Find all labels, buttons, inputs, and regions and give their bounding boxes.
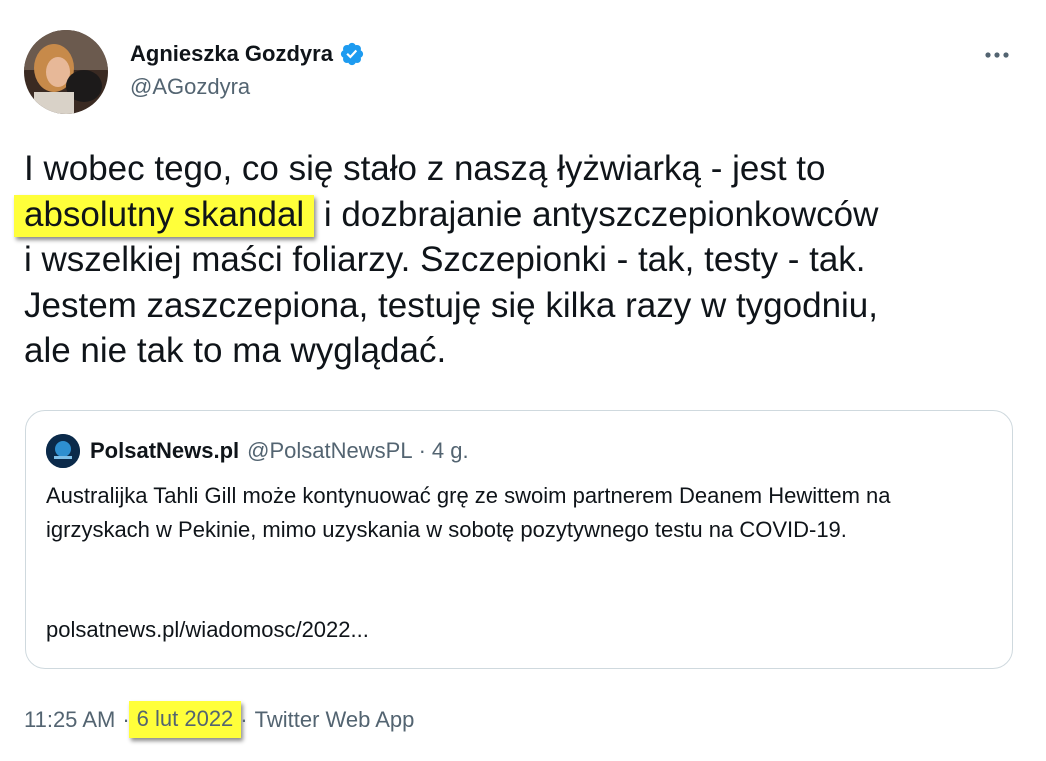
author-display-name[interactable]: Agnieszka Gozdyra — [130, 41, 333, 67]
tweet-line-1: I wobec tego, co się stało z naszą łyżwi… — [24, 149, 826, 188]
tweet-text: I wobec tego, co się stało z naszą łyżwi… — [14, 146, 1024, 374]
quoted-tweet-link[interactable]: polsatnews.pl/wiadomosc/2022... — [46, 617, 369, 643]
more-options-button[interactable] — [980, 38, 1014, 72]
quoted-separator: · — [418, 438, 426, 463]
tweet-date[interactable]: 6 lut 2022 — [128, 701, 242, 738]
tweet-source[interactable]: Twitter Web App — [255, 707, 415, 733]
tweet-time[interactable]: 11:25 AM — [24, 707, 115, 733]
author-avatar[interactable] — [24, 30, 108, 114]
author-name-row: Agnieszka Gozdyra — [130, 38, 365, 70]
more-dots-icon — [985, 52, 1009, 58]
tweet-meta: 11:25 AM · 6 lut 2022 · Twitter Web App — [24, 701, 414, 738]
quoted-tweet-card[interactable]: PolsatNews.pl @PolsatNewsPL · 4 g. Austr… — [25, 410, 1013, 669]
author-handle[interactable]: @AGozdyra — [130, 74, 250, 100]
tweet-line-4: Jestem zaszczepiona, testuję się kilka r… — [24, 285, 878, 325]
quoted-author-name: PolsatNews.pl — [90, 438, 240, 463]
meta-separator-2: · — [240, 706, 248, 732]
tweet-line-2: absolutny skandal i dozbrajanie antyszcz… — [14, 192, 1024, 238]
quoted-author-avatar — [46, 434, 80, 468]
tweet-line-5: ale nie tak to ma wyglądać. — [24, 331, 447, 370]
highlighted-phrase: absolutny skandal — [14, 194, 315, 237]
quoted-tweet-text: Australijka Tahli Gill może kontynuować … — [46, 483, 891, 542]
quoted-author-handle: @PolsatNewsPL — [247, 438, 413, 463]
tweet-line-2-rest: i dozbrajanie antyszczepionkowców — [314, 194, 879, 234]
quoted-tweet-header: PolsatNews.pl @PolsatNewsPL · 4 g. — [46, 434, 469, 468]
verified-badge-icon — [339, 41, 365, 67]
tweet-line-3: i wszelkiej maści foliarzy. Szczepionki … — [24, 240, 866, 279]
quoted-time: 4 g. — [431, 438, 469, 463]
